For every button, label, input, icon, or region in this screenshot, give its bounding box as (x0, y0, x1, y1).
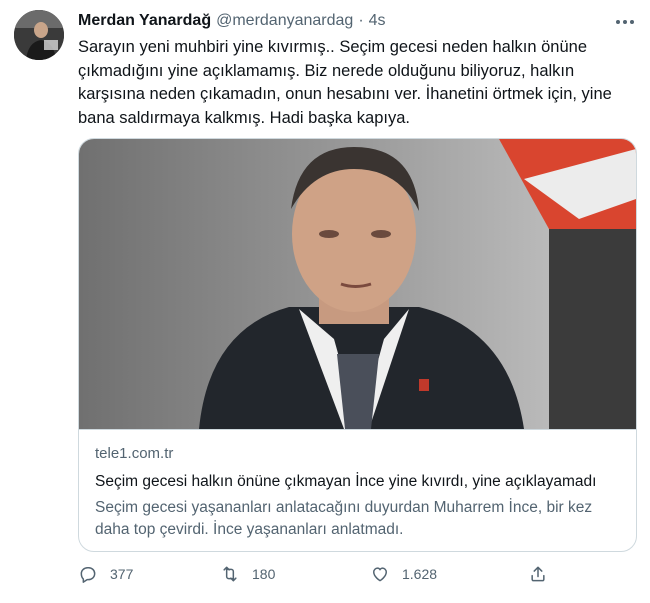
like-count: 1.628 (402, 566, 438, 582)
tweet-header: Merdan Yanardağ @merdanyanardag · 4s (78, 10, 386, 32)
card-title: Seçim gecesi halkın önüne çıkmayan İnce … (95, 473, 597, 490)
tweet-text: Sarayın yeni muhbiri yine kıvırmış.. Seç… (78, 38, 612, 127)
tweet-timestamp[interactable]: 4s (369, 12, 386, 30)
share-button[interactable] (528, 564, 548, 584)
author-name[interactable]: Merdan Yanardağ (78, 12, 211, 30)
card-domain: tele1.com.tr (95, 445, 174, 462)
reply-button[interactable]: 377 (78, 564, 133, 584)
avatar[interactable] (14, 10, 64, 60)
like-icon (373, 567, 387, 582)
card-description: Seçim gecesi yaşananları anlatacağını du… (95, 499, 593, 538)
tweet-actions: 377 180 1.628 (78, 564, 558, 590)
retweet-count: 180 (252, 566, 276, 582)
reply-icon (80, 567, 96, 583)
card-body: tele1.com.tr Seçim gecesi halkın önüne ç… (79, 429, 636, 541)
separator-dot: · (358, 12, 364, 29)
link-card[interactable]: tele1.com.tr Seçim gecesi halkın önüne ç… (78, 138, 637, 552)
share-icon (531, 566, 545, 582)
tweet: Merdan Yanardağ @merdanyanardag · 4s Sar… (0, 0, 650, 603)
retweet-icon (223, 566, 237, 582)
avatar-image (14, 10, 64, 60)
card-image (79, 139, 636, 429)
retweet-button[interactable]: 180 (220, 564, 275, 584)
author-handle[interactable]: @merdanyanardag (216, 12, 353, 30)
reply-count: 377 (110, 566, 134, 582)
like-button[interactable]: 1.628 (370, 564, 437, 584)
more-icon[interactable] (612, 12, 638, 32)
